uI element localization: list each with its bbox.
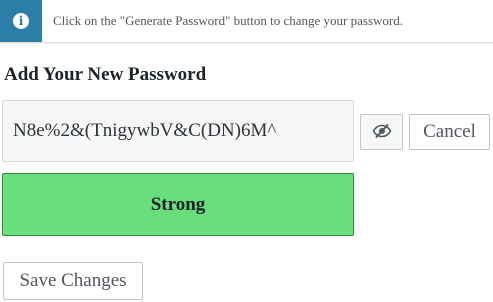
info-notice: i Click on the "Generate Password" butto… (0, 0, 493, 43)
info-icon: i (13, 13, 29, 29)
notice-icon-box: i (0, 0, 42, 42)
section-heading: Add Your New Password (4, 64, 207, 85)
password-strength-meter: Strong (2, 173, 354, 236)
cancel-button[interactable]: Cancel (409, 114, 490, 150)
save-changes-button[interactable]: Save Changes (3, 262, 143, 300)
hide-password-button[interactable] (360, 114, 403, 150)
eye-slash-icon (372, 123, 392, 142)
password-input[interactable] (2, 100, 354, 162)
notice-text: Click on the "Generate Password" button … (53, 13, 403, 28)
page: i Click on the "Generate Password" butto… (0, 0, 493, 302)
